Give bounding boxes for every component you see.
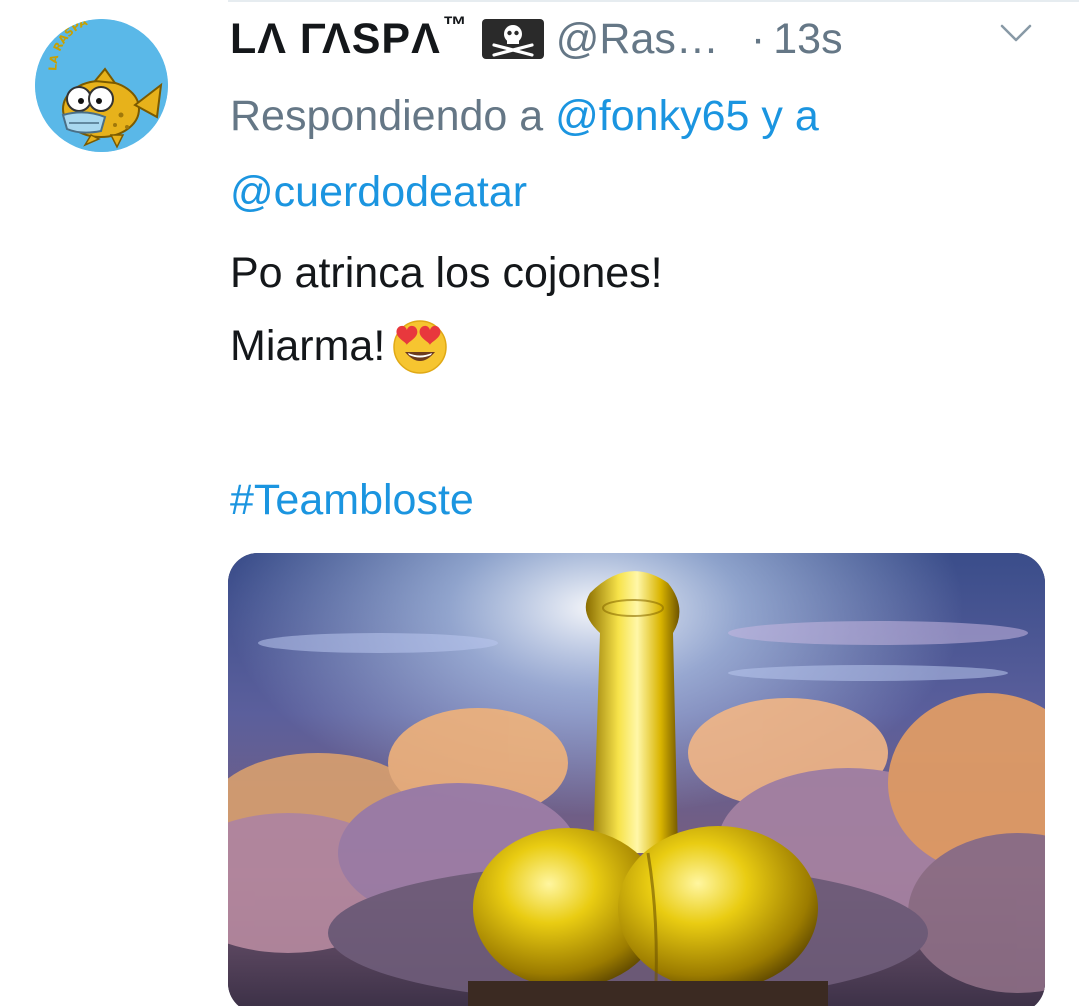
pirate-flag-icon <box>481 19 544 59</box>
golden-statue-image <box>228 553 1045 1006</box>
hashtag-link[interactable]: #Teambloste <box>230 468 474 532</box>
tweet[interactable]: LA RASPA LΛ ΓΛSPΛ™ @Ras… · 13s Respondie… <box>0 0 1079 1006</box>
chevron-down-icon[interactable] <box>998 18 1034 46</box>
tweet-text-line-1: Po atrinca los cojones! <box>230 249 663 297</box>
replying-to-conjunction: y a <box>761 92 819 140</box>
divider <box>228 0 1079 2</box>
timestamp[interactable]: 13s <box>773 15 842 64</box>
tweet-text-line-2-wrap: Miarma! <box>230 310 1050 383</box>
display-name-text: LΛ ΓΛSPΛ <box>230 14 441 63</box>
fish-avatar: LA RASPA <box>35 19 168 152</box>
mention-fonky65[interactable]: @fonky65 <box>555 92 749 140</box>
mention-cuerdodeatar[interactable]: @cuerdodeatar <box>230 168 527 216</box>
trademark-symbol: ™ <box>442 12 468 40</box>
heart-eyes-emoji-icon <box>389 314 451 376</box>
tweet-text: Po atrinca los cojones! Miarma! <box>230 237 1050 383</box>
tweet-header: LΛ ΓΛSPΛ™ @Ras… · 13s <box>230 8 1050 70</box>
user-handle[interactable]: @Ras… <box>556 15 719 64</box>
separator-dot: · <box>750 14 766 63</box>
tweet-media-image[interactable] <box>228 553 1045 1006</box>
replying-to-prefix: Respondiendo a <box>230 92 544 140</box>
display-name[interactable]: LΛ ΓΛSPΛ™ <box>230 12 468 64</box>
avatar[interactable]: LA RASPA <box>35 19 168 152</box>
replying-to: Respondiendo a @fonky65 y a @cuerdodeata… <box>230 78 1050 230</box>
tweet-text-line-2: Miarma! <box>230 322 386 370</box>
